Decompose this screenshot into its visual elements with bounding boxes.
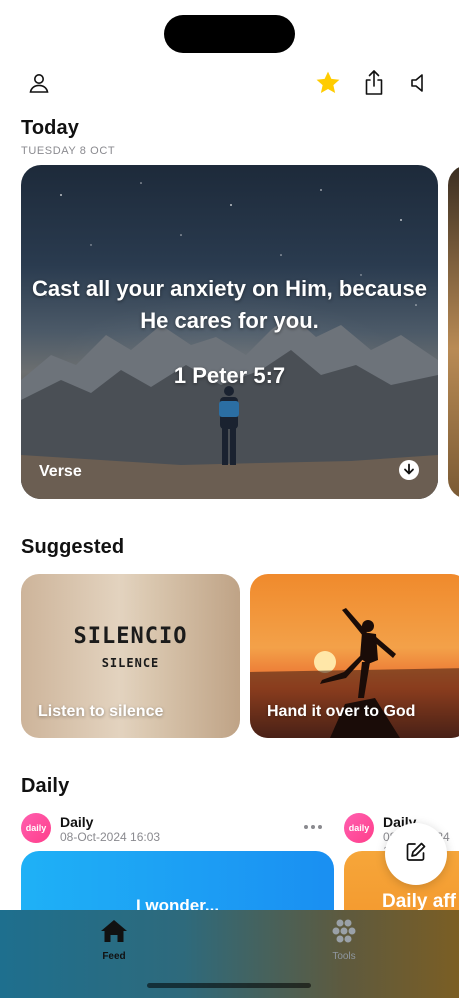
verse-reference: 1 Peter 5:7	[173, 363, 286, 388]
home-indicator	[147, 983, 311, 988]
tab-label: Feed	[102, 951, 126, 962]
compose-button[interactable]	[385, 823, 447, 885]
profile-icon[interactable]	[24, 68, 54, 98]
daily-section-title: Daily	[21, 775, 70, 797]
silencio-overlay-subtitle: SILENCE	[101, 656, 160, 670]
silencio-overlay-title: SILENCIO	[73, 624, 188, 649]
suggested-card-hand-it-over[interactable]: Hand it over to God	[250, 574, 459, 738]
suggested-card-label: Hand it over to God	[267, 703, 416, 720]
tab-tools[interactable]: Tools	[304, 918, 384, 962]
daily-avatar: daily	[21, 813, 51, 843]
compose-icon	[404, 840, 428, 869]
next-verse-card-peek[interactable]	[448, 165, 459, 499]
dynamic-island	[164, 15, 295, 53]
suggested-card-listen-to-silence[interactable]: SILENCIO SILENCE Listen to silence	[21, 574, 240, 738]
today-date: TUESDAY 8 OCT	[21, 145, 116, 157]
speaker-icon[interactable]	[405, 68, 435, 98]
daily-avatar: daily	[344, 813, 374, 843]
verse-label: Verse	[39, 463, 82, 480]
more-options-icon[interactable]	[300, 819, 326, 835]
daily-post-timestamp: 08-Oct-2024 16:03	[60, 830, 161, 844]
verse-quote: Cast all your anxiety on Him, because He…	[32, 276, 427, 333]
download-icon[interactable]	[398, 459, 420, 481]
share-icon[interactable]	[359, 67, 389, 99]
tab-label: Tools	[332, 951, 356, 962]
tab-feed[interactable]: Feed	[74, 918, 154, 962]
suggested-section-title: Suggested	[21, 536, 125, 558]
suggested-card-label: Listen to silence	[38, 703, 164, 720]
verse-card[interactable]: Cast all your anxiety on Him, because He…	[21, 165, 438, 499]
today-section-title: Today	[21, 117, 79, 139]
tools-icon	[330, 919, 358, 948]
home-icon	[99, 920, 129, 948]
daily-post-author: Daily	[60, 814, 94, 830]
star-icon[interactable]	[313, 68, 343, 98]
